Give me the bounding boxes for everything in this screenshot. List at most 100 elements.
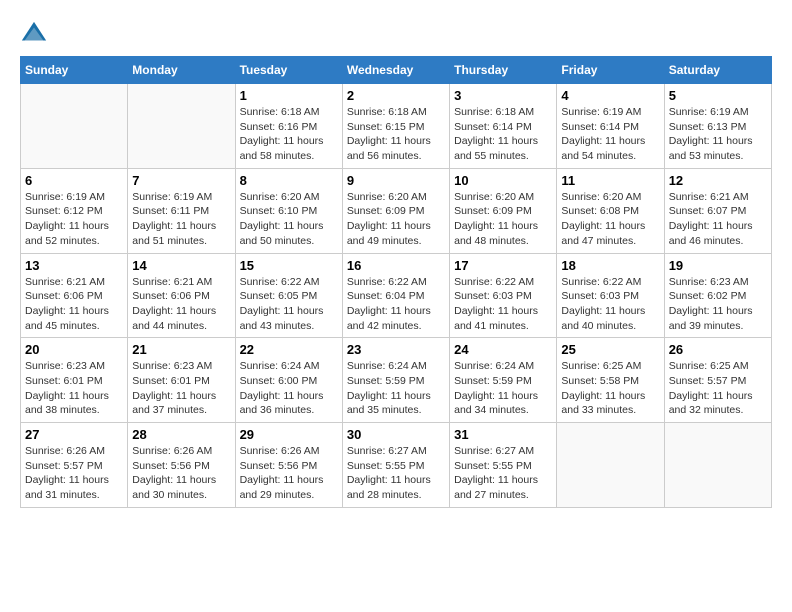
logo: [20, 20, 52, 48]
calendar-header-thursday: Thursday: [450, 57, 557, 84]
day-info: Sunrise: 6:22 AM Sunset: 6:03 PM Dayligh…: [561, 275, 659, 334]
day-number: 30: [347, 427, 445, 442]
calendar-cell: 24 Sunrise: 6:24 AM Sunset: 5:59 PM Dayli…: [450, 338, 557, 423]
calendar-header-tuesday: Tuesday: [235, 57, 342, 84]
day-info: Sunrise: 6:18 AM Sunset: 6:14 PM Dayligh…: [454, 105, 552, 164]
day-number: 3: [454, 88, 552, 103]
calendar-cell: [21, 84, 128, 169]
calendar-cell: 27Sunrise: 6:26 AM Sunset: 5:57 PM Dayli…: [21, 423, 128, 508]
day-number: 8: [240, 173, 338, 188]
calendar-cell: 12 Sunrise: 6:21 AM Sunset: 6:07 PM Dayli…: [664, 168, 771, 253]
calendar-cell: 7 Sunrise: 6:19 AM Sunset: 6:11 PM Daylig…: [128, 168, 235, 253]
calendar-cell: 30 Sunrise: 6:27 AM Sunset: 5:55 PM Dayli…: [342, 423, 449, 508]
day-info: Sunrise: 6:27 AM Sunset: 5:55 PM Dayligh…: [347, 444, 445, 503]
calendar-cell: 14 Sunrise: 6:21 AM Sunset: 6:06 PM Dayli…: [128, 253, 235, 338]
calendar-cell: 3 Sunrise: 6:18 AM Sunset: 6:14 PM Daylig…: [450, 84, 557, 169]
day-info: Sunrise: 6:21 AM Sunset: 6:07 PM Dayligh…: [669, 190, 767, 249]
day-number: 23: [347, 342, 445, 357]
calendar-cell: 6 Sunrise: 6:19 AM Sunset: 6:12 PM Daylig…: [21, 168, 128, 253]
day-info: Sunrise: 6:21 AM Sunset: 6:06 PM Dayligh…: [132, 275, 230, 334]
day-info: Sunrise: 6:18 AM Sunset: 6:16 PM Dayligh…: [240, 105, 338, 164]
calendar-week-5: 27Sunrise: 6:26 AM Sunset: 5:57 PM Dayli…: [21, 423, 772, 508]
day-info: Sunrise: 6:21 AM Sunset: 6:06 PM Dayligh…: [25, 275, 123, 334]
day-info: Sunrise: 6:22 AM Sunset: 6:04 PM Dayligh…: [347, 275, 445, 334]
calendar-week-4: 20 Sunrise: 6:23 AM Sunset: 6:01 PM Dayli…: [21, 338, 772, 423]
day-number: 24: [454, 342, 552, 357]
calendar-week-2: 6 Sunrise: 6:19 AM Sunset: 6:12 PM Daylig…: [21, 168, 772, 253]
day-number: 16: [347, 258, 445, 273]
page-header: [20, 20, 772, 48]
day-number: 13: [25, 258, 123, 273]
day-number: 25: [561, 342, 659, 357]
day-info: Sunrise: 6:22 AM Sunset: 6:05 PM Dayligh…: [240, 275, 338, 334]
calendar-cell: 18 Sunrise: 6:22 AM Sunset: 6:03 PM Dayli…: [557, 253, 664, 338]
calendar-cell: 13 Sunrise: 6:21 AM Sunset: 6:06 PM Dayli…: [21, 253, 128, 338]
day-info: Sunrise: 6:20 AM Sunset: 6:10 PM Dayligh…: [240, 190, 338, 249]
calendar-cell: 11 Sunrise: 6:20 AM Sunset: 6:08 PM Dayli…: [557, 168, 664, 253]
day-number: 11: [561, 173, 659, 188]
calendar-cell: 17 Sunrise: 6:22 AM Sunset: 6:03 PM Dayli…: [450, 253, 557, 338]
day-info: Sunrise: 6:26 AM Sunset: 5:56 PM Dayligh…: [132, 444, 230, 503]
calendar-header-saturday: Saturday: [664, 57, 771, 84]
day-info: Sunrise: 6:20 AM Sunset: 6:09 PM Dayligh…: [347, 190, 445, 249]
day-number: 6: [25, 173, 123, 188]
calendar-header-wednesday: Wednesday: [342, 57, 449, 84]
day-number: 15: [240, 258, 338, 273]
day-number: 28: [132, 427, 230, 442]
day-info: Sunrise: 6:25 AM Sunset: 5:58 PM Dayligh…: [561, 359, 659, 418]
day-info: Sunrise: 6:20 AM Sunset: 6:08 PM Dayligh…: [561, 190, 659, 249]
day-info: Sunrise: 6:22 AM Sunset: 6:03 PM Dayligh…: [454, 275, 552, 334]
day-number: 12: [669, 173, 767, 188]
calendar-cell: 23Sunrise: 6:24 AM Sunset: 5:59 PM Dayli…: [342, 338, 449, 423]
calendar-header-monday: Monday: [128, 57, 235, 84]
day-number: 2: [347, 88, 445, 103]
calendar-cell: 15 Sunrise: 6:22 AM Sunset: 6:05 PM Dayli…: [235, 253, 342, 338]
day-info: Sunrise: 6:19 AM Sunset: 6:12 PM Dayligh…: [25, 190, 123, 249]
calendar-cell: 28 Sunrise: 6:26 AM Sunset: 5:56 PM Dayli…: [128, 423, 235, 508]
day-info: Sunrise: 6:23 AM Sunset: 6:01 PM Dayligh…: [25, 359, 123, 418]
calendar-cell: [664, 423, 771, 508]
day-info: Sunrise: 6:24 AM Sunset: 6:00 PM Dayligh…: [240, 359, 338, 418]
day-number: 14: [132, 258, 230, 273]
day-number: 5: [669, 88, 767, 103]
calendar-cell: 19Sunrise: 6:23 AM Sunset: 6:02 PM Dayli…: [664, 253, 771, 338]
day-info: Sunrise: 6:25 AM Sunset: 5:57 PM Dayligh…: [669, 359, 767, 418]
calendar-cell: 22 Sunrise: 6:24 AM Sunset: 6:00 PM Dayli…: [235, 338, 342, 423]
day-number: 9: [347, 173, 445, 188]
calendar-header-sunday: Sunday: [21, 57, 128, 84]
calendar-cell: 4 Sunrise: 6:19 AM Sunset: 6:14 PM Daylig…: [557, 84, 664, 169]
day-number: 21: [132, 342, 230, 357]
day-number: 1: [240, 88, 338, 103]
day-info: Sunrise: 6:26 AM Sunset: 5:57 PM Dayligh…: [25, 444, 123, 503]
calendar-cell: 29 Sunrise: 6:26 AM Sunset: 5:56 PM Dayli…: [235, 423, 342, 508]
calendar-cell: [557, 423, 664, 508]
calendar-table: SundayMondayTuesdayWednesdayThursdayFrid…: [20, 56, 772, 508]
calendar-header-friday: Friday: [557, 57, 664, 84]
day-number: 29: [240, 427, 338, 442]
day-number: 20: [25, 342, 123, 357]
day-number: 4: [561, 88, 659, 103]
day-info: Sunrise: 6:18 AM Sunset: 6:15 PM Dayligh…: [347, 105, 445, 164]
logo-icon: [20, 20, 48, 48]
day-number: 18: [561, 258, 659, 273]
day-info: Sunrise: 6:19 AM Sunset: 6:14 PM Dayligh…: [561, 105, 659, 164]
calendar-cell: 21 Sunrise: 6:23 AM Sunset: 6:01 PM Dayli…: [128, 338, 235, 423]
calendar-cell: 5Sunrise: 6:19 AM Sunset: 6:13 PM Daylig…: [664, 84, 771, 169]
day-info: Sunrise: 6:23 AM Sunset: 6:01 PM Dayligh…: [132, 359, 230, 418]
day-info: Sunrise: 6:23 AM Sunset: 6:02 PM Dayligh…: [669, 275, 767, 334]
day-info: Sunrise: 6:24 AM Sunset: 5:59 PM Dayligh…: [454, 359, 552, 418]
day-number: 22: [240, 342, 338, 357]
calendar-cell: 9 Sunrise: 6:20 AM Sunset: 6:09 PM Daylig…: [342, 168, 449, 253]
calendar-cell: 1 Sunrise: 6:18 AM Sunset: 6:16 PM Daylig…: [235, 84, 342, 169]
day-number: 17: [454, 258, 552, 273]
calendar-cell: 16 Sunrise: 6:22 AM Sunset: 6:04 PM Dayli…: [342, 253, 449, 338]
day-info: Sunrise: 6:26 AM Sunset: 5:56 PM Dayligh…: [240, 444, 338, 503]
calendar-week-3: 13 Sunrise: 6:21 AM Sunset: 6:06 PM Dayli…: [21, 253, 772, 338]
day-number: 7: [132, 173, 230, 188]
calendar-header-row: SundayMondayTuesdayWednesdayThursdayFrid…: [21, 57, 772, 84]
day-number: 10: [454, 173, 552, 188]
day-info: Sunrise: 6:20 AM Sunset: 6:09 PM Dayligh…: [454, 190, 552, 249]
day-info: Sunrise: 6:19 AM Sunset: 6:11 PM Dayligh…: [132, 190, 230, 249]
calendar-cell: [128, 84, 235, 169]
calendar-cell: 8 Sunrise: 6:20 AM Sunset: 6:10 PM Daylig…: [235, 168, 342, 253]
